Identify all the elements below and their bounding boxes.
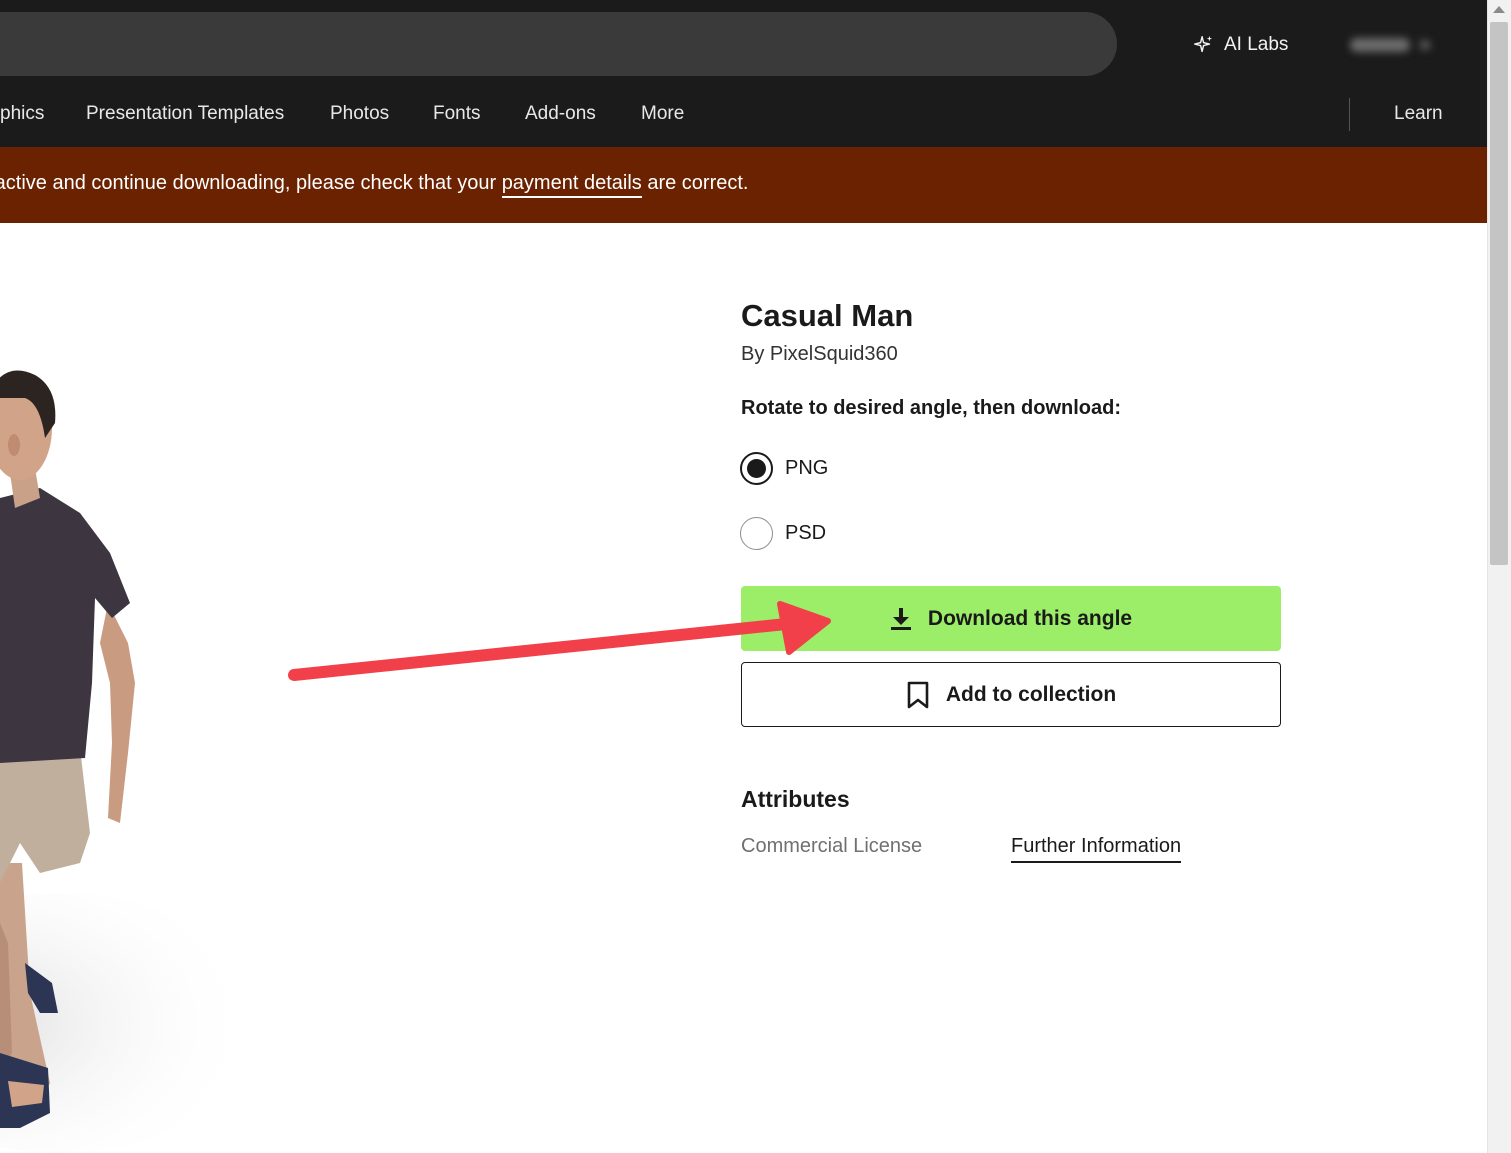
bookmark-icon xyxy=(907,681,929,708)
commercial-license-label: Commercial License xyxy=(741,835,923,857)
category-nav: phics Presentation Templates Photos Font… xyxy=(0,96,1487,132)
banner-message: n active and continue downloading, pleas… xyxy=(0,172,749,198)
format-option-png[interactable]: PNG xyxy=(740,451,828,485)
sparkle-icon xyxy=(1194,35,1213,53)
top-header: AI Labs phics Presentation Templates Pho… xyxy=(0,0,1487,147)
nav-divider xyxy=(1349,98,1350,131)
add-to-collection-button[interactable]: Add to collection xyxy=(741,662,1281,727)
further-information-link[interactable]: Further Information xyxy=(1011,835,1182,863)
ai-labs-link[interactable]: AI Labs xyxy=(1192,30,1288,60)
account-label-blurred xyxy=(1350,38,1410,52)
psd-label: PSD xyxy=(785,521,827,544)
banner-text-after: are correct. xyxy=(641,172,749,194)
collection-button-label: Add to collection xyxy=(945,682,1117,706)
search-bar[interactable] xyxy=(0,12,1117,76)
payment-details-link[interactable]: payment details xyxy=(501,172,642,198)
download-angle-button[interactable]: Download this angle xyxy=(741,586,1281,651)
nav-item-fonts[interactable]: Fonts xyxy=(433,96,481,132)
payment-warning-banner: n active and continue downloading, pleas… xyxy=(0,147,1487,223)
format-option-psd[interactable]: PSD xyxy=(740,516,826,550)
nav-item-photos[interactable]: Photos xyxy=(330,96,389,132)
nav-item-learn[interactable]: Learn xyxy=(1394,96,1443,132)
download-button-label: Download this angle xyxy=(927,606,1133,630)
ai-labs-label: AI Labs xyxy=(1224,34,1289,55)
banner-text-before: n active and continue downloading, pleas… xyxy=(0,172,502,194)
chevron-down-icon xyxy=(1420,40,1430,50)
png-radio[interactable] xyxy=(740,451,773,485)
nav-item-add-ons[interactable]: Add-ons xyxy=(525,96,596,132)
download-instruction: Rotate to desired angle, then download: xyxy=(741,397,1122,419)
png-label: PNG xyxy=(785,456,829,479)
psd-radio[interactable] xyxy=(740,516,773,550)
product-preview-image[interactable] xyxy=(0,223,700,1153)
scroll-up-arrow-icon[interactable] xyxy=(1493,6,1505,13)
account-menu[interactable] xyxy=(1350,32,1440,58)
attributes-heading: Attributes xyxy=(741,786,850,812)
nav-item-presentation-templates[interactable]: Presentation Templates xyxy=(86,96,284,132)
nav-item-more[interactable]: More xyxy=(641,96,684,132)
scrollbar-thumb[interactable] xyxy=(1490,22,1508,565)
product-title: Casual Man xyxy=(741,298,914,333)
download-icon xyxy=(890,607,911,630)
nav-item-graphics[interactable]: phics xyxy=(0,96,44,132)
product-author[interactable]: By PixelSquid360 xyxy=(741,343,898,366)
